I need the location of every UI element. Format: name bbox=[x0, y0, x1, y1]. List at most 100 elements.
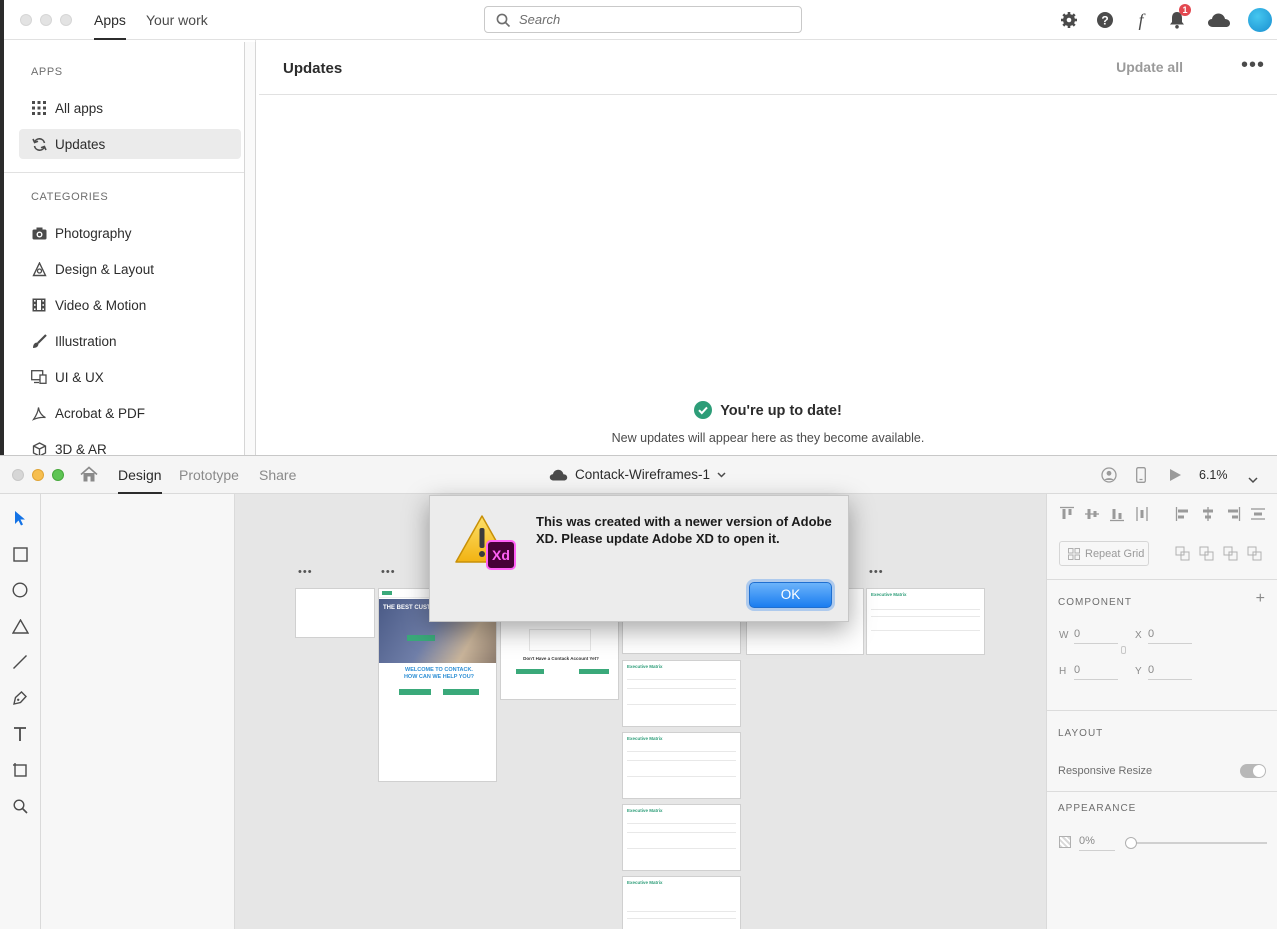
opacity-slider-handle[interactable] bbox=[1125, 837, 1137, 849]
boolean-add-icon[interactable] bbox=[1175, 546, 1190, 561]
distribute-icon[interactable] bbox=[1134, 506, 1150, 522]
ok-button[interactable]: OK bbox=[749, 582, 832, 608]
devices-icon bbox=[31, 369, 47, 385]
minimize-window-button[interactable] bbox=[32, 469, 44, 481]
boolean-intersect-icon[interactable] bbox=[1223, 546, 1238, 561]
height-field[interactable]: 0 bbox=[1074, 664, 1118, 680]
grid-icon bbox=[31, 100, 47, 116]
sidebar-item-photography[interactable]: Photography bbox=[19, 218, 241, 248]
camera-icon bbox=[31, 225, 47, 241]
play-preview-icon[interactable] bbox=[1169, 468, 1182, 487]
zoom-tool-icon[interactable] bbox=[10, 796, 30, 816]
artboard-matrix-6[interactable]: Executive Matrix bbox=[866, 588, 985, 655]
responsive-resize-toggle[interactable] bbox=[1240, 764, 1266, 778]
artboard-menu-icon[interactable]: ••• bbox=[298, 566, 313, 578]
sidebar-item-design-layout[interactable]: Design & Layout bbox=[19, 254, 241, 284]
sidebar-item-acrobat-pdf[interactable]: Acrobat & PDF bbox=[19, 398, 241, 428]
ellipse-tool-icon[interactable] bbox=[10, 580, 30, 600]
chevron-down-icon[interactable] bbox=[1248, 471, 1258, 489]
boolean-tools bbox=[1175, 546, 1262, 561]
artboard-tool-icon[interactable] bbox=[10, 760, 30, 780]
more-options-icon[interactable]: ••• bbox=[1241, 55, 1265, 75]
repeat-grid-button[interactable]: Repeat Grid bbox=[1059, 541, 1149, 566]
close-window-button[interactable] bbox=[20, 14, 32, 26]
pen-tool-icon[interactable] bbox=[10, 688, 30, 708]
board-title: Executive Matrix bbox=[627, 880, 663, 885]
artboard-menu-icon[interactable]: ••• bbox=[381, 566, 396, 578]
artboard-blank[interactable] bbox=[295, 588, 375, 638]
tab-apps[interactable]: Apps bbox=[94, 12, 126, 40]
x-field[interactable]: 0 bbox=[1148, 628, 1192, 644]
zoom-window-button[interactable] bbox=[52, 469, 64, 481]
artboard-matrix-2[interactable]: Executive Matrix bbox=[622, 660, 741, 727]
width-field[interactable]: 0 bbox=[1074, 628, 1118, 644]
warning-icon: Xd bbox=[454, 514, 518, 574]
align-horizontal-tools bbox=[1175, 506, 1266, 522]
page-title: Updates bbox=[283, 60, 343, 77]
tab-your-work[interactable]: Your work bbox=[146, 12, 208, 28]
minimize-window-button[interactable] bbox=[40, 14, 52, 26]
artboard-signin[interactable]: Don't Have a Contack Account Yet? bbox=[500, 618, 619, 700]
cloud-icon[interactable] bbox=[1206, 10, 1232, 30]
boolean-exclude-icon[interactable] bbox=[1247, 546, 1262, 561]
update-all-button[interactable]: Update all bbox=[1116, 59, 1183, 75]
user-share-icon[interactable] bbox=[1101, 467, 1117, 488]
sidebar-scrollbar[interactable] bbox=[244, 42, 256, 460]
document-title[interactable]: Contack-Wireframes-1 bbox=[549, 467, 726, 482]
rectangle-tool-icon[interactable] bbox=[10, 544, 30, 564]
tab-prototype[interactable]: Prototype bbox=[179, 467, 239, 483]
artboard-matrix-5[interactable]: Executive Matrix bbox=[622, 876, 741, 929]
add-component-icon[interactable]: + bbox=[1256, 590, 1265, 608]
device-preview-icon[interactable] bbox=[1136, 467, 1146, 488]
select-tool-icon[interactable] bbox=[10, 508, 30, 528]
align-bottom-icon[interactable] bbox=[1109, 506, 1125, 522]
close-window-button[interactable] bbox=[12, 469, 24, 481]
fonts-icon[interactable]: f bbox=[1131, 10, 1151, 30]
chevron-down-icon bbox=[717, 471, 726, 478]
boolean-subtract-icon[interactable] bbox=[1199, 546, 1214, 561]
align-right-icon[interactable] bbox=[1225, 506, 1241, 522]
lock-aspect-icon[interactable] bbox=[1121, 646, 1126, 654]
sidebar-item-ui-ux[interactable]: UI & UX bbox=[19, 362, 241, 392]
search-input[interactable]: Search bbox=[484, 6, 802, 33]
tab-design[interactable]: Design bbox=[118, 467, 162, 494]
tab-share[interactable]: Share bbox=[259, 467, 296, 483]
sidebar-item-illustration[interactable]: Illustration bbox=[19, 326, 241, 356]
align-center-icon[interactable] bbox=[1200, 506, 1216, 522]
home-icon[interactable] bbox=[80, 466, 98, 488]
search-icon bbox=[496, 13, 511, 28]
line-tool-icon[interactable] bbox=[10, 652, 30, 672]
y-field[interactable]: 0 bbox=[1148, 664, 1192, 680]
x-label: X bbox=[1135, 630, 1142, 641]
distribute-horizontal-icon[interactable] bbox=[1250, 506, 1266, 522]
repeat-grid-icon bbox=[1068, 547, 1080, 560]
sidebar-item-video-motion[interactable]: Video & Motion bbox=[19, 290, 241, 320]
text-tool-icon[interactable] bbox=[10, 724, 30, 744]
sidebar-item-updates[interactable]: Updates bbox=[19, 129, 241, 159]
component-heading: COMPONENT bbox=[1058, 597, 1132, 608]
sidebar-item-label: Design & Layout bbox=[55, 261, 155, 277]
appearance-heading: APPEARANCE bbox=[1058, 803, 1137, 814]
opacity-field[interactable]: 0% bbox=[1079, 835, 1115, 851]
height-label: H bbox=[1059, 666, 1067, 677]
update-required-dialog: Xd This was created with a newer version… bbox=[429, 495, 849, 622]
artboard-menu-icon[interactable]: ••• bbox=[869, 566, 884, 578]
sidebar-item-all-apps[interactable]: All apps bbox=[19, 93, 241, 123]
help-icon[interactable]: ? bbox=[1095, 10, 1115, 30]
gear-icon[interactable] bbox=[1059, 10, 1079, 30]
cloud-icon bbox=[549, 469, 568, 480]
align-left-icon[interactable] bbox=[1175, 506, 1191, 522]
align-middle-icon[interactable] bbox=[1084, 506, 1100, 522]
board-title: Executive Matrix bbox=[627, 808, 663, 813]
opacity-slider[interactable] bbox=[1125, 837, 1267, 849]
search-placeholder: Search bbox=[519, 12, 561, 27]
avatar[interactable] bbox=[1248, 8, 1272, 32]
artboard-matrix-3[interactable]: Executive Matrix bbox=[622, 732, 741, 799]
artboard-matrix-4[interactable]: Executive Matrix bbox=[622, 804, 741, 871]
width-label: W bbox=[1059, 630, 1069, 641]
polygon-tool-icon[interactable] bbox=[10, 616, 30, 636]
zoom-window-button[interactable] bbox=[60, 14, 72, 26]
design-icon bbox=[31, 261, 47, 277]
zoom-level[interactable]: 6.1% bbox=[1199, 468, 1228, 482]
align-top-icon[interactable] bbox=[1059, 506, 1075, 522]
